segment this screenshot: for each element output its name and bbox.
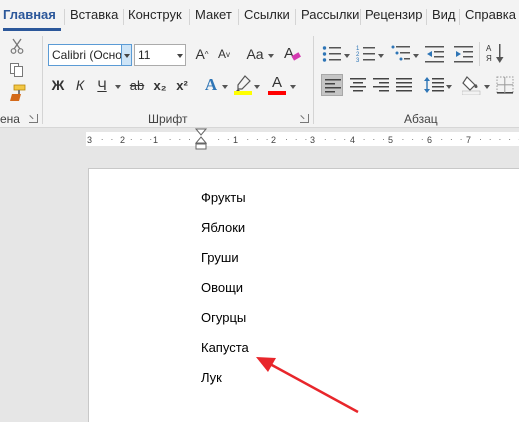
annotation-layer	[256, 357, 359, 414]
annotation-arrow-line	[269, 362, 359, 414]
